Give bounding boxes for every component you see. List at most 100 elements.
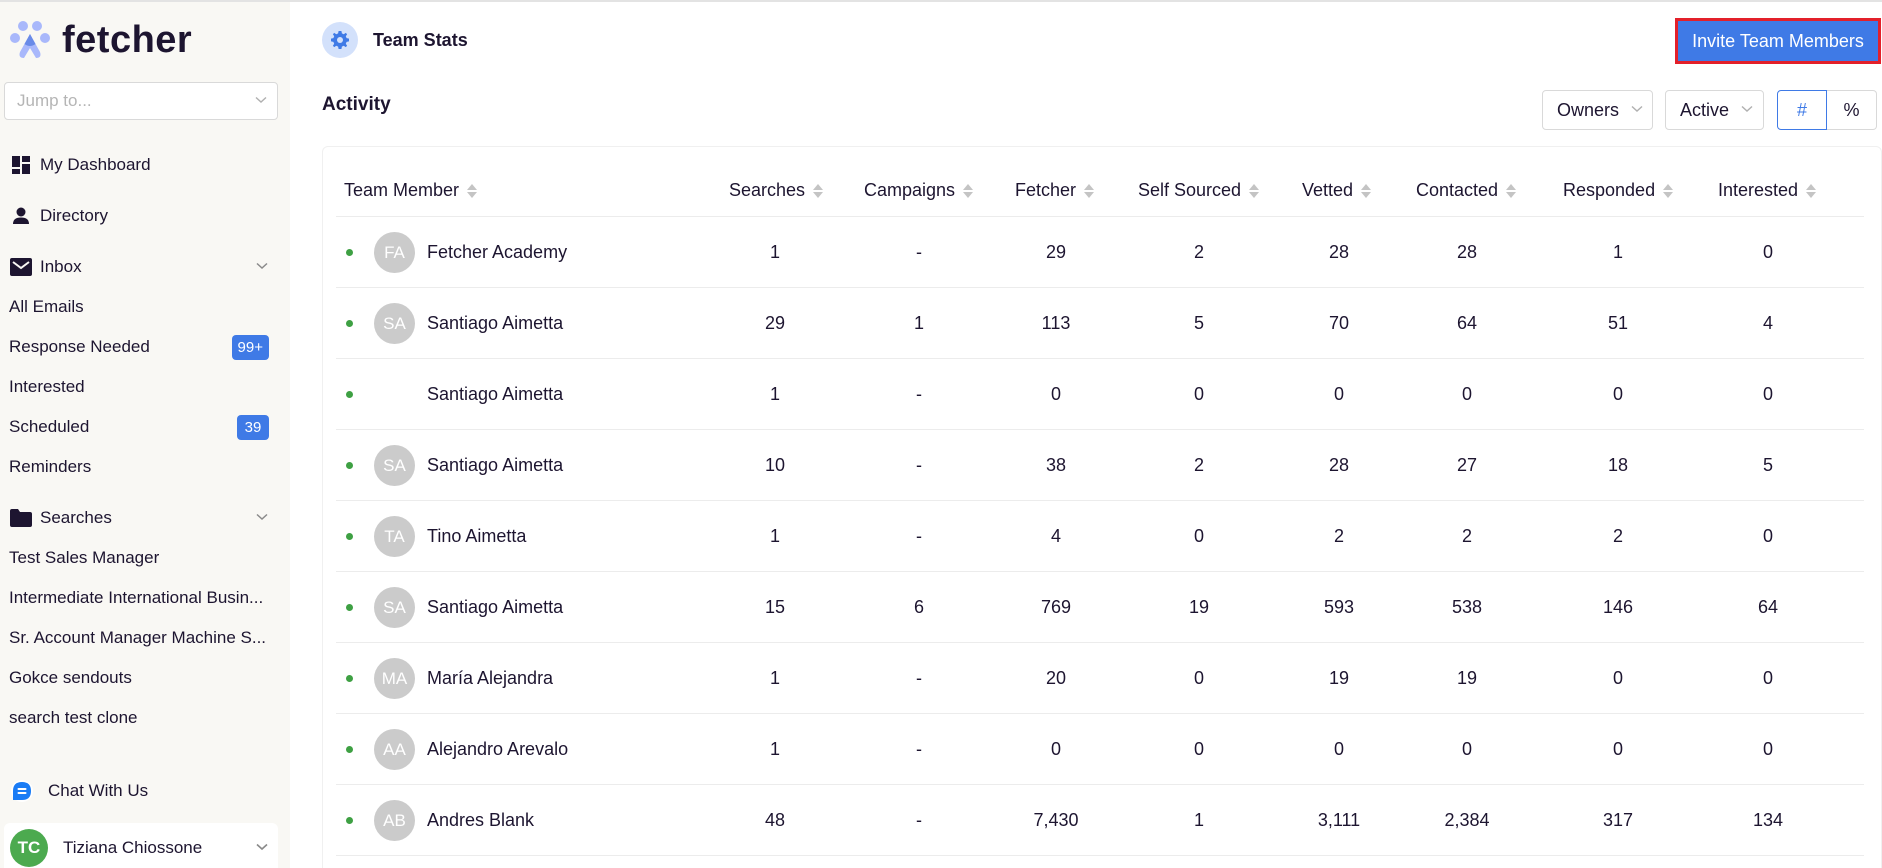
cell-contacted: 2 (1461, 525, 1472, 546)
table-row[interactable]: FA Fetcher Academy 1 - 29 2 28 28 1 0 (336, 217, 1864, 288)
sidebar-search-item[interactable]: search test clone (9, 703, 273, 733)
column-label: Campaigns (864, 180, 956, 200)
column-header-self-sourced[interactable]: Self Sourced (1138, 164, 1260, 217)
jump-to-select[interactable] (4, 82, 278, 120)
cell-contacted: 28 (1456, 241, 1478, 262)
jump-to-input[interactable] (17, 91, 255, 111)
folder-icon (10, 507, 32, 529)
cell-searches: 29 (764, 312, 786, 333)
member-name: Alejandro Arevalo (427, 738, 569, 759)
status-dot (346, 249, 353, 256)
avatar: AB (374, 800, 415, 841)
avatar: MA (374, 658, 415, 699)
sidebar-item-response-needed[interactable]: Response Needed 99+ (9, 332, 273, 362)
sidebar-item-interested[interactable]: Interested (9, 372, 273, 402)
cell-responded: 2 (1612, 525, 1623, 546)
column-header-responded[interactable]: Responded (1563, 164, 1674, 217)
owners-select[interactable]: Owners (1542, 90, 1653, 130)
column-header-vetted[interactable]: Vetted (1302, 164, 1372, 217)
column-label: Interested (1718, 180, 1799, 200)
owners-select-value: Owners (1557, 99, 1620, 120)
cell-vetted: 70 (1328, 312, 1350, 333)
sidebar-item-label: Scheduled (9, 417, 90, 436)
column-header-campaigns[interactable]: Campaigns (864, 164, 974, 217)
status-dot (346, 817, 353, 824)
sidebar-item-label: Test Sales Manager (9, 548, 160, 567)
sidebar-search-item[interactable]: Gokce sendouts (9, 663, 273, 693)
cell-vetted: 593 (1323, 596, 1355, 617)
table-row[interactable]: TA Tino Aimetta 1 - 4 0 2 2 2 0 (336, 501, 1864, 572)
sidebar-item-reminders[interactable]: Reminders (9, 452, 273, 482)
column-header-interested[interactable]: Interested (1718, 164, 1817, 217)
count-badge: 39 (237, 415, 269, 440)
sidebar-item-scheduled[interactable]: Scheduled 39 (9, 412, 273, 442)
cell-searches: 1 (769, 738, 780, 759)
sidebar-item-directory[interactable]: Directory (10, 201, 274, 231)
sidebar-search-item[interactable]: Test Sales Manager (9, 543, 273, 573)
logo[interactable]: fetcher (8, 18, 192, 62)
cell-searches: 10 (764, 454, 786, 475)
sidebar-item-label: Gokce sendouts (9, 668, 132, 687)
sidebar-item-all-emails[interactable]: All Emails (9, 292, 273, 322)
cell-interested: 0 (1762, 667, 1773, 688)
status-select-value: Active (1680, 99, 1730, 120)
sidebar-item-my-dashboard[interactable]: My Dashboard (10, 150, 274, 180)
avatar: SA (374, 587, 415, 628)
status-select[interactable]: Active (1665, 90, 1764, 130)
cell-self-sourced: 2 (1193, 454, 1204, 475)
mode-count-button[interactable]: # (1777, 90, 1827, 130)
column-header-searches[interactable]: Searches (729, 164, 824, 217)
user-menu[interactable]: TC Tiziana Chiossone (4, 823, 278, 868)
cell-contacted: 19 (1456, 667, 1478, 688)
cell-campaigns: - (916, 667, 922, 688)
table-row[interactable]: AB Andres Blank 48 - 7,430 1 3,111 2,384 317 134 (336, 785, 1864, 856)
chevron-down-icon[interactable] (256, 513, 268, 523)
sidebar-item-label: Interested (9, 377, 85, 396)
table-row[interactable]: AA Alejandro Arevalo 1 - 0 0 0 0 0 0 (336, 714, 1864, 785)
gear-icon (322, 22, 358, 58)
sidebar-search-item[interactable]: Intermediate International Busin... (9, 583, 273, 613)
sidebar-item-label: Directory (40, 206, 109, 225)
table-row[interactable]: SA Santiago Aimetta 15 6 769 19 593 538 146 64 (336, 572, 1864, 643)
mail-icon (10, 256, 32, 278)
sort-icon (963, 183, 974, 198)
cell-vetted: 0 (1333, 383, 1344, 404)
column-header-fetcher[interactable]: Fetcher (1015, 164, 1095, 217)
sidebar-item-label: My Dashboard (40, 155, 151, 174)
cell-responded: 0 (1612, 667, 1623, 688)
cell-interested: 134 (1752, 809, 1784, 830)
cell-fetcher: 4 (1050, 525, 1061, 546)
sidebar-item-searches[interactable]: Searches (10, 503, 274, 533)
member-name: María Alejandra (427, 667, 554, 688)
avatar: SA (374, 303, 415, 344)
column-header-contacted[interactable]: Contacted (1416, 164, 1517, 217)
status-dot (346, 746, 353, 753)
table-row[interactable]: SA Santiago Aimetta 10 - 38 2 28 27 18 5 (336, 430, 1864, 501)
table-row[interactable]: SA Santiago Aimetta 29 1 113 5 70 64 51 4 (336, 288, 1864, 359)
member-name: Tino Aimetta (427, 525, 527, 546)
cell-self-sourced: 1 (1193, 809, 1204, 830)
table-row[interactable]: MA María Alejandra 1 - 20 0 19 19 0 0 (336, 643, 1864, 714)
chat-with-us-button[interactable]: Chat With Us (10, 778, 148, 804)
chat-icon (11, 780, 33, 802)
status-dot (346, 462, 353, 469)
cell-contacted: 64 (1456, 312, 1478, 333)
column-header-team-member[interactable]: Team Member (344, 164, 478, 217)
cell-responded: 317 (1602, 809, 1634, 830)
cell-contacted: 538 (1451, 596, 1483, 617)
sidebar-search-item[interactable]: Sr. Account Manager Machine S... (9, 623, 273, 653)
sidebar-item-inbox[interactable]: Inbox (10, 252, 274, 282)
cell-campaigns: - (916, 738, 922, 759)
invite-team-members-button[interactable]: Invite Team Members (1675, 18, 1881, 64)
sort-icon (1806, 183, 1817, 198)
status-dot (346, 604, 353, 611)
sidebar-item-label: search test clone (9, 708, 138, 727)
mode-percent-button[interactable]: % (1827, 90, 1877, 130)
chevron-down-icon[interactable] (256, 262, 268, 272)
column-label: Fetcher (1015, 180, 1077, 200)
status-dot (346, 320, 353, 327)
table-row[interactable]: Santiago Aimetta 1 - 0 0 0 0 0 0 (336, 359, 1864, 430)
chevron-down-icon (1631, 105, 1643, 115)
member-name: Andres Blank (427, 809, 535, 830)
cell-fetcher: 20 (1045, 667, 1067, 688)
